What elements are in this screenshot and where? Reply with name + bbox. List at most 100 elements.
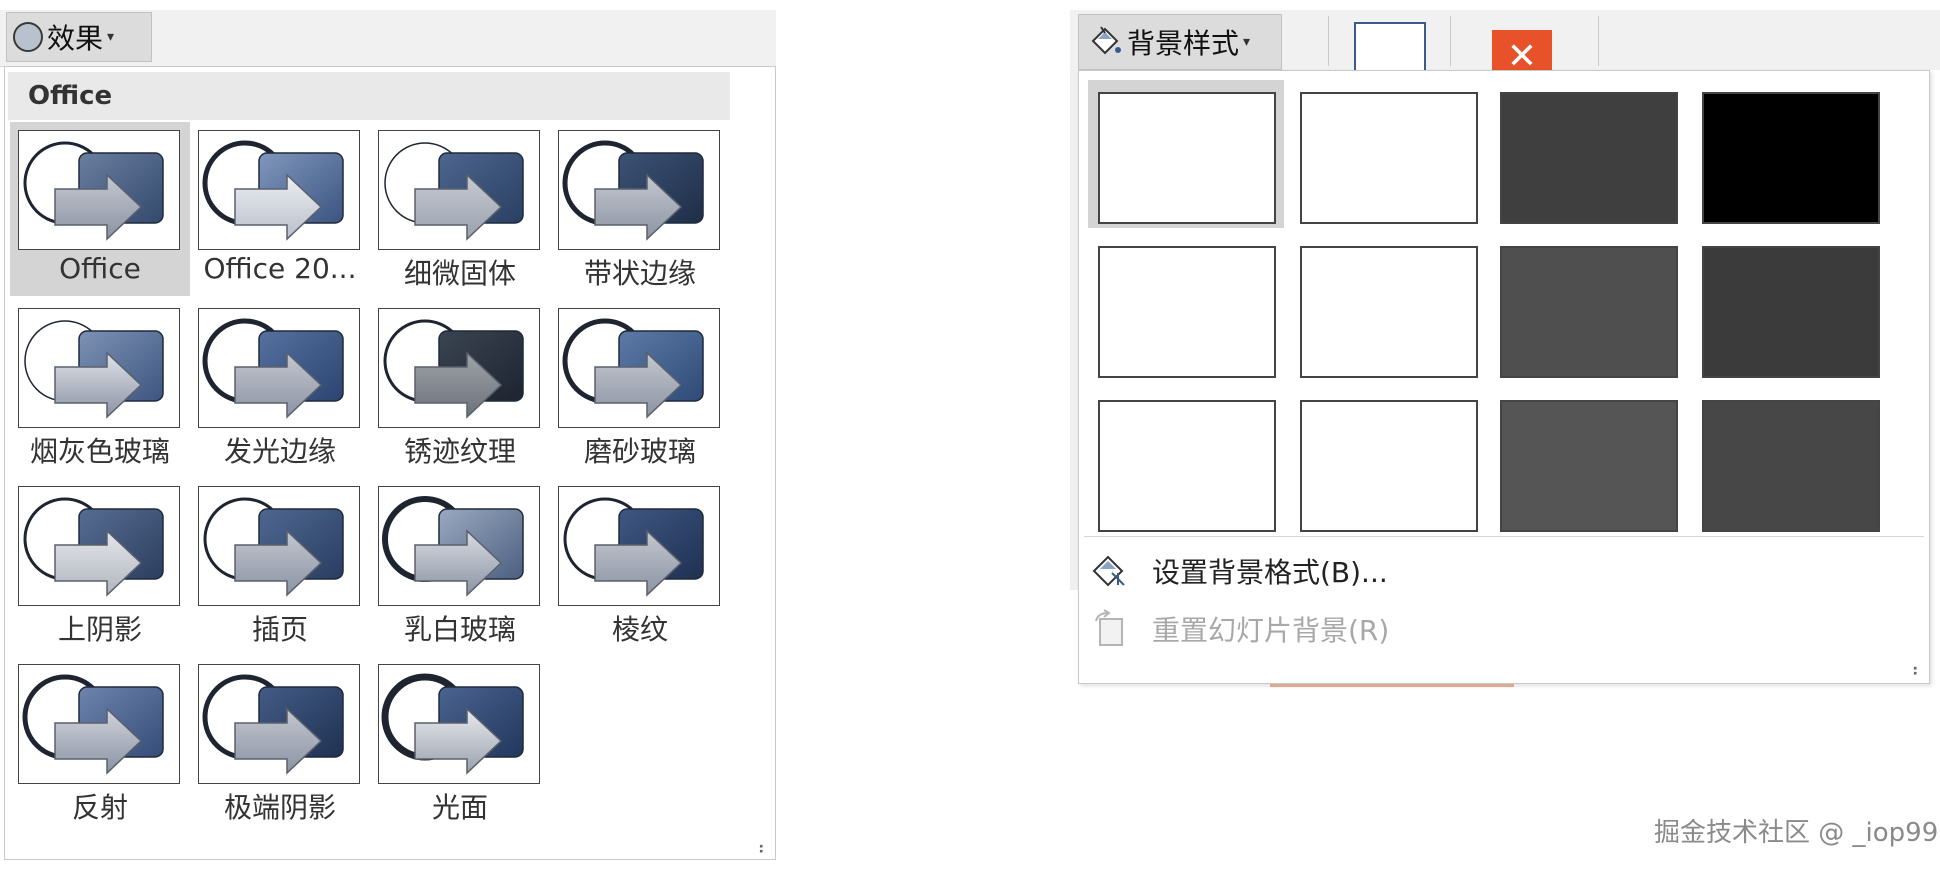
- paint-bucket-icon: [1091, 26, 1121, 55]
- effect-preset-item[interactable]: 光面: [370, 656, 550, 830]
- effect-preset-label: 带状边缘: [583, 257, 696, 290]
- background-styles-dropdown-button[interactable]: 背景样式 ▾: [1078, 14, 1282, 70]
- background-style-swatch[interactable]: [1088, 80, 1284, 228]
- effect-preview-thumbnail: [378, 308, 540, 428]
- format-background-menu-item[interactable]: 设置背景格式(B)...: [1086, 544, 1886, 598]
- background-style-swatch[interactable]: [1088, 388, 1284, 536]
- background-style-preview: [1500, 246, 1678, 378]
- effect-preview-icon: [202, 674, 344, 775]
- reset-background-menu-item[interactable]: 重置幻灯片背景(R): [1086, 602, 1886, 656]
- effect-preset-label: 极端阴影: [223, 791, 336, 824]
- effect-preview-icon: [382, 496, 524, 597]
- background-style-preview: [1500, 92, 1678, 224]
- effect-preset-label: 细微固体: [403, 257, 516, 290]
- background-style-swatch[interactable]: [1490, 388, 1686, 536]
- effect-preview-thumbnail: [198, 486, 360, 606]
- background-style-swatch[interactable]: [1692, 388, 1888, 536]
- effect-preview-icon: [202, 318, 344, 419]
- effect-preview-icon: [202, 140, 344, 241]
- effect-preview-thumbnail: [198, 664, 360, 784]
- watermark-text: 掘金技术社区 @ _iop99: [1654, 818, 1939, 848]
- effect-preview-icon: [24, 320, 164, 419]
- effect-preset-item[interactable]: 上阴影: [10, 478, 190, 652]
- background-style-swatch[interactable]: [1692, 234, 1888, 382]
- effect-preview-thumbnail: [18, 130, 180, 250]
- ribbon-separator: [1450, 16, 1451, 66]
- effect-preset-item[interactable]: 锈迹纹理: [370, 300, 550, 474]
- effects-section-title: Office: [28, 81, 113, 111]
- effect-preview-icon: [562, 140, 704, 241]
- effect-preview-icon: [203, 497, 344, 597]
- effect-preview-icon: [562, 318, 704, 419]
- menu-divider: [1084, 536, 1924, 537]
- background-style-swatch[interactable]: [1088, 234, 1284, 382]
- effect-preview-thumbnail: [18, 308, 180, 428]
- background-style-swatch[interactable]: [1490, 234, 1686, 382]
- slide-size-icon[interactable]: [1354, 22, 1426, 74]
- effect-preview-icon: [383, 319, 524, 419]
- effect-preview-thumbnail: [378, 486, 540, 606]
- effect-preset-label: 磨砂玻璃: [583, 435, 696, 468]
- effect-preset-item[interactable]: 插页: [190, 478, 370, 652]
- format-background-icon: [1092, 555, 1125, 587]
- reset-background-icon: [1095, 609, 1123, 646]
- effect-preview-icon: [23, 497, 164, 597]
- background-style-preview: [1098, 246, 1276, 378]
- effect-preview-icon: [23, 141, 164, 241]
- effect-preset-item[interactable]: 烟灰色玻璃: [10, 300, 190, 474]
- effect-preset-item[interactable]: 反射: [10, 656, 190, 830]
- effects-dropdown-button[interactable]: 效果 ▾: [6, 12, 152, 62]
- ribbon-separator: [1328, 16, 1329, 66]
- background-style-preview: [1300, 400, 1478, 532]
- effects-button-label: 效果: [47, 22, 104, 55]
- effect-preset-label: Office: [59, 252, 141, 285]
- reset-background-label: 重置幻灯片背景(R): [1152, 614, 1390, 647]
- effect-preview-thumbnail: [558, 308, 720, 428]
- effect-preset-label: 反射: [71, 791, 128, 824]
- effect-preset-item[interactable]: 带状边缘: [550, 122, 730, 296]
- effect-preview-icon: [381, 673, 524, 775]
- effect-preview-thumbnail: [558, 130, 720, 250]
- effect-preset-item[interactable]: 细微固体: [370, 122, 550, 296]
- close-icon[interactable]: ✕: [1492, 30, 1552, 74]
- effect-preview-thumbnail: [18, 486, 180, 606]
- effect-preset-label: 上阴影: [57, 613, 142, 646]
- effects-section-header: Office: [8, 72, 730, 120]
- background-style-swatch[interactable]: [1290, 234, 1486, 382]
- effect-preset-label: 发光边缘: [223, 435, 336, 468]
- effect-preview-thumbnail: [378, 664, 540, 784]
- background-style-swatch[interactable]: [1290, 80, 1486, 228]
- chevron-down-icon: ▾: [107, 29, 115, 45]
- effect-preset-item[interactable]: 乳白玻璃: [370, 478, 550, 652]
- format-background-label: 设置背景格式(B)...: [1152, 556, 1388, 589]
- panel-shadow: [1070, 70, 1078, 590]
- effect-preset-label: 棱纹: [611, 613, 668, 646]
- resize-grip-icon[interactable]: ⠰: [1906, 660, 1919, 681]
- effect-preview-thumbnail: [198, 308, 360, 428]
- underlying-slide-edge: [1270, 684, 1514, 687]
- effect-preset-label: Office 20...: [203, 252, 357, 285]
- background-style-swatch[interactable]: [1692, 80, 1888, 228]
- effect-preset-label: 乳白玻璃: [403, 613, 516, 646]
- resize-grip-icon[interactable]: ⠰: [752, 838, 765, 859]
- background-style-swatch[interactable]: [1490, 80, 1686, 228]
- background-style-preview: [1702, 400, 1880, 532]
- shape-effects-icon: [13, 22, 43, 52]
- background-style-preview: [1500, 400, 1678, 532]
- effect-preview-thumbnail: [18, 664, 180, 784]
- background-style-swatch[interactable]: [1290, 388, 1486, 536]
- effect-preset-item[interactable]: Office: [10, 122, 190, 296]
- effect-preset-label: 锈迹纹理: [403, 435, 516, 468]
- effect-preset-item[interactable]: 极端阴影: [190, 656, 370, 830]
- effect-preset-label: 烟灰色玻璃: [29, 435, 170, 468]
- effect-preview-icon: [22, 674, 164, 775]
- effect-preset-label: 插页: [251, 613, 308, 646]
- effect-preset-item[interactable]: 发光边缘: [190, 300, 370, 474]
- background-styles-button-label: 背景样式: [1127, 27, 1240, 60]
- effect-preset-item[interactable]: Office 20...: [190, 122, 370, 296]
- effect-preview-icon: [563, 497, 704, 597]
- background-style-preview: [1300, 246, 1478, 378]
- effect-preset-item[interactable]: 磨砂玻璃: [550, 300, 730, 474]
- effect-preset-item[interactable]: 棱纹: [550, 478, 730, 652]
- background-style-preview: [1300, 92, 1478, 224]
